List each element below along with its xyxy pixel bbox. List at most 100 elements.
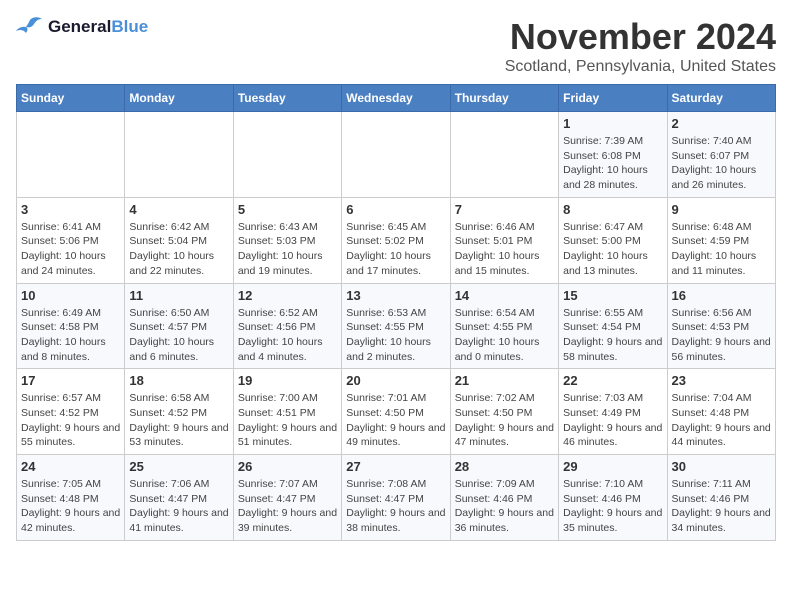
day-number: 16 — [672, 288, 771, 303]
header-tuesday: Tuesday — [233, 85, 341, 112]
day-info: Sunrise: 6:43 AM Sunset: 5:03 PM Dayligh… — [238, 220, 337, 279]
calendar-cell — [233, 112, 341, 198]
page-header: GeneralBlue November 2024 Scotland, Penn… — [16, 16, 776, 76]
day-number: 3 — [21, 202, 120, 217]
day-number: 5 — [238, 202, 337, 217]
day-number: 10 — [21, 288, 120, 303]
day-info: Sunrise: 6:46 AM Sunset: 5:01 PM Dayligh… — [455, 220, 554, 279]
calendar-cell: 9Sunrise: 6:48 AM Sunset: 4:59 PM Daylig… — [667, 197, 775, 283]
day-number: 22 — [563, 373, 662, 388]
header-friday: Friday — [559, 85, 667, 112]
day-info: Sunrise: 7:01 AM Sunset: 4:50 PM Dayligh… — [346, 391, 445, 450]
calendar-row-3: 17 Sunrise: 6:57 AM Sunset: 4:52 PM Dayli… — [17, 369, 776, 455]
subtitle: Scotland, Pennsylvania, United States — [505, 58, 776, 76]
calendar-cell: 8 Sunrise: 6:47 AM Sunset: 5:00 PM Daylig… — [559, 197, 667, 283]
day-info: Sunrise: 6:47 AM Sunset: 5:00 PM Dayligh… — [563, 220, 662, 279]
day-info: Sunrise: 7:39 AM Sunset: 6:08 PM Dayligh… — [563, 134, 662, 193]
logo-text: GeneralBlue — [48, 17, 148, 37]
day-number: 21 — [455, 373, 554, 388]
calendar-cell: 1 Sunrise: 7:39 AM Sunset: 6:08 PM Daylig… — [559, 112, 667, 198]
calendar-cell: 21 Sunrise: 7:02 AM Sunset: 4:50 PM Dayli… — [450, 369, 558, 455]
day-info: Sunrise: 7:11 AM Sunset: 4:46 PM Dayligh… — [672, 477, 771, 536]
calendar-cell: 11 Sunrise: 6:50 AM Sunset: 4:57 PM Dayli… — [125, 283, 233, 369]
calendar-cell: 18Sunrise: 6:58 AM Sunset: 4:52 PM Dayli… — [125, 369, 233, 455]
calendar-cell: 16 Sunrise: 6:56 AM Sunset: 4:53 PM Dayli… — [667, 283, 775, 369]
calendar-row-1: 3 Sunrise: 6:41 AM Sunset: 5:06 PM Daylig… — [17, 197, 776, 283]
calendar-cell — [342, 112, 450, 198]
calendar-cell: 25 Sunrise: 7:06 AM Sunset: 4:47 PM Dayli… — [125, 455, 233, 541]
day-number: 20 — [346, 373, 445, 388]
day-number: 29 — [563, 459, 662, 474]
day-info: Sunrise: 6:49 AM Sunset: 4:58 PM Dayligh… — [21, 306, 120, 365]
day-info: Sunrise: 6:45 AM Sunset: 5:02 PM Dayligh… — [346, 220, 445, 279]
calendar-cell: 22 Sunrise: 7:03 AM Sunset: 4:49 PM Dayli… — [559, 369, 667, 455]
day-info: Sunrise: 7:08 AM Sunset: 4:47 PM Dayligh… — [346, 477, 445, 536]
logo-bird-icon — [16, 16, 44, 38]
calendar-cell: 7 Sunrise: 6:46 AM Sunset: 5:01 PM Daylig… — [450, 197, 558, 283]
header-sunday: Sunday — [17, 85, 125, 112]
calendar-cell — [17, 112, 125, 198]
day-number: 6 — [346, 202, 445, 217]
day-number: 13 — [346, 288, 445, 303]
day-info: Sunrise: 6:50 AM Sunset: 4:57 PM Dayligh… — [129, 306, 228, 365]
day-info: Sunrise: 7:00 AM Sunset: 4:51 PM Dayligh… — [238, 391, 337, 450]
calendar-cell: 15 Sunrise: 6:55 AM Sunset: 4:54 PM Dayli… — [559, 283, 667, 369]
day-info: Sunrise: 6:55 AM Sunset: 4:54 PM Dayligh… — [563, 306, 662, 365]
day-number: 27 — [346, 459, 445, 474]
day-info: Sunrise: 6:52 AM Sunset: 4:56 PM Dayligh… — [238, 306, 337, 365]
day-info: Sunrise: 6:41 AM Sunset: 5:06 PM Dayligh… — [21, 220, 120, 279]
day-info: Sunrise: 7:04 AM Sunset: 4:48 PM Dayligh… — [672, 391, 771, 450]
day-number: 25 — [129, 459, 228, 474]
day-info: Sunrise: 7:06 AM Sunset: 4:47 PM Dayligh… — [129, 477, 228, 536]
calendar-table: Sunday Monday Tuesday Wednesday Thursday… — [16, 84, 776, 541]
day-number: 23 — [672, 373, 771, 388]
calendar-header: Sunday Monday Tuesday Wednesday Thursday… — [17, 85, 776, 112]
day-number: 19 — [238, 373, 337, 388]
day-number: 15 — [563, 288, 662, 303]
day-number: 26 — [238, 459, 337, 474]
day-number: 14 — [455, 288, 554, 303]
day-info: Sunrise: 6:53 AM Sunset: 4:55 PM Dayligh… — [346, 306, 445, 365]
day-info: Sunrise: 7:07 AM Sunset: 4:47 PM Dayligh… — [238, 477, 337, 536]
calendar-body: 1 Sunrise: 7:39 AM Sunset: 6:08 PM Daylig… — [17, 112, 776, 541]
day-info: Sunrise: 6:54 AM Sunset: 4:55 PM Dayligh… — [455, 306, 554, 365]
day-info: Sunrise: 6:57 AM Sunset: 4:52 PM Dayligh… — [21, 391, 120, 450]
weekday-header-row: Sunday Monday Tuesday Wednesday Thursday… — [17, 85, 776, 112]
day-info: Sunrise: 7:40 AM Sunset: 6:07 PM Dayligh… — [672, 134, 771, 193]
logo: GeneralBlue — [16, 16, 148, 38]
day-number: 4 — [129, 202, 228, 217]
calendar-row-0: 1 Sunrise: 7:39 AM Sunset: 6:08 PM Daylig… — [17, 112, 776, 198]
header-saturday: Saturday — [667, 85, 775, 112]
calendar-cell: 12 Sunrise: 6:52 AM Sunset: 4:56 PM Dayli… — [233, 283, 341, 369]
day-number: 8 — [563, 202, 662, 217]
day-info: Sunrise: 6:58 AM Sunset: 4:52 PM Dayligh… — [129, 391, 228, 450]
calendar-cell: 23 Sunrise: 7:04 AM Sunset: 4:48 PM Dayli… — [667, 369, 775, 455]
day-info: Sunrise: 7:02 AM Sunset: 4:50 PM Dayligh… — [455, 391, 554, 450]
day-number: 17 — [21, 373, 120, 388]
header-thursday: Thursday — [450, 85, 558, 112]
day-info: Sunrise: 7:09 AM Sunset: 4:46 PM Dayligh… — [455, 477, 554, 536]
calendar-cell: 20 Sunrise: 7:01 AM Sunset: 4:50 PM Dayli… — [342, 369, 450, 455]
day-info: Sunrise: 7:03 AM Sunset: 4:49 PM Dayligh… — [563, 391, 662, 450]
day-number: 11 — [129, 288, 228, 303]
header-wednesday: Wednesday — [342, 85, 450, 112]
day-number: 7 — [455, 202, 554, 217]
calendar-cell: 24 Sunrise: 7:05 AM Sunset: 4:48 PM Dayli… — [17, 455, 125, 541]
day-info: Sunrise: 6:42 AM Sunset: 5:04 PM Dayligh… — [129, 220, 228, 279]
calendar-cell: 3 Sunrise: 6:41 AM Sunset: 5:06 PM Daylig… — [17, 197, 125, 283]
calendar-cell: 29 Sunrise: 7:10 AM Sunset: 4:46 PM Dayli… — [559, 455, 667, 541]
day-info: Sunrise: 6:56 AM Sunset: 4:53 PM Dayligh… — [672, 306, 771, 365]
day-number: 1 — [563, 116, 662, 131]
month-title: November 2024 — [505, 16, 776, 58]
day-number: 24 — [21, 459, 120, 474]
day-info: Sunrise: 7:10 AM Sunset: 4:46 PM Dayligh… — [563, 477, 662, 536]
calendar-cell: 13 Sunrise: 6:53 AM Sunset: 4:55 PM Dayli… — [342, 283, 450, 369]
day-number: 12 — [238, 288, 337, 303]
day-info: Sunrise: 6:48 AM Sunset: 4:59 PM Dayligh… — [672, 220, 771, 279]
day-number: 28 — [455, 459, 554, 474]
day-info: Sunrise: 7:05 AM Sunset: 4:48 PM Dayligh… — [21, 477, 120, 536]
calendar-cell: 2Sunrise: 7:40 AM Sunset: 6:07 PM Daylig… — [667, 112, 775, 198]
day-number: 30 — [672, 459, 771, 474]
calendar-row-2: 10 Sunrise: 6:49 AM Sunset: 4:58 PM Dayli… — [17, 283, 776, 369]
calendar-cell: 17 Sunrise: 6:57 AM Sunset: 4:52 PM Dayli… — [17, 369, 125, 455]
